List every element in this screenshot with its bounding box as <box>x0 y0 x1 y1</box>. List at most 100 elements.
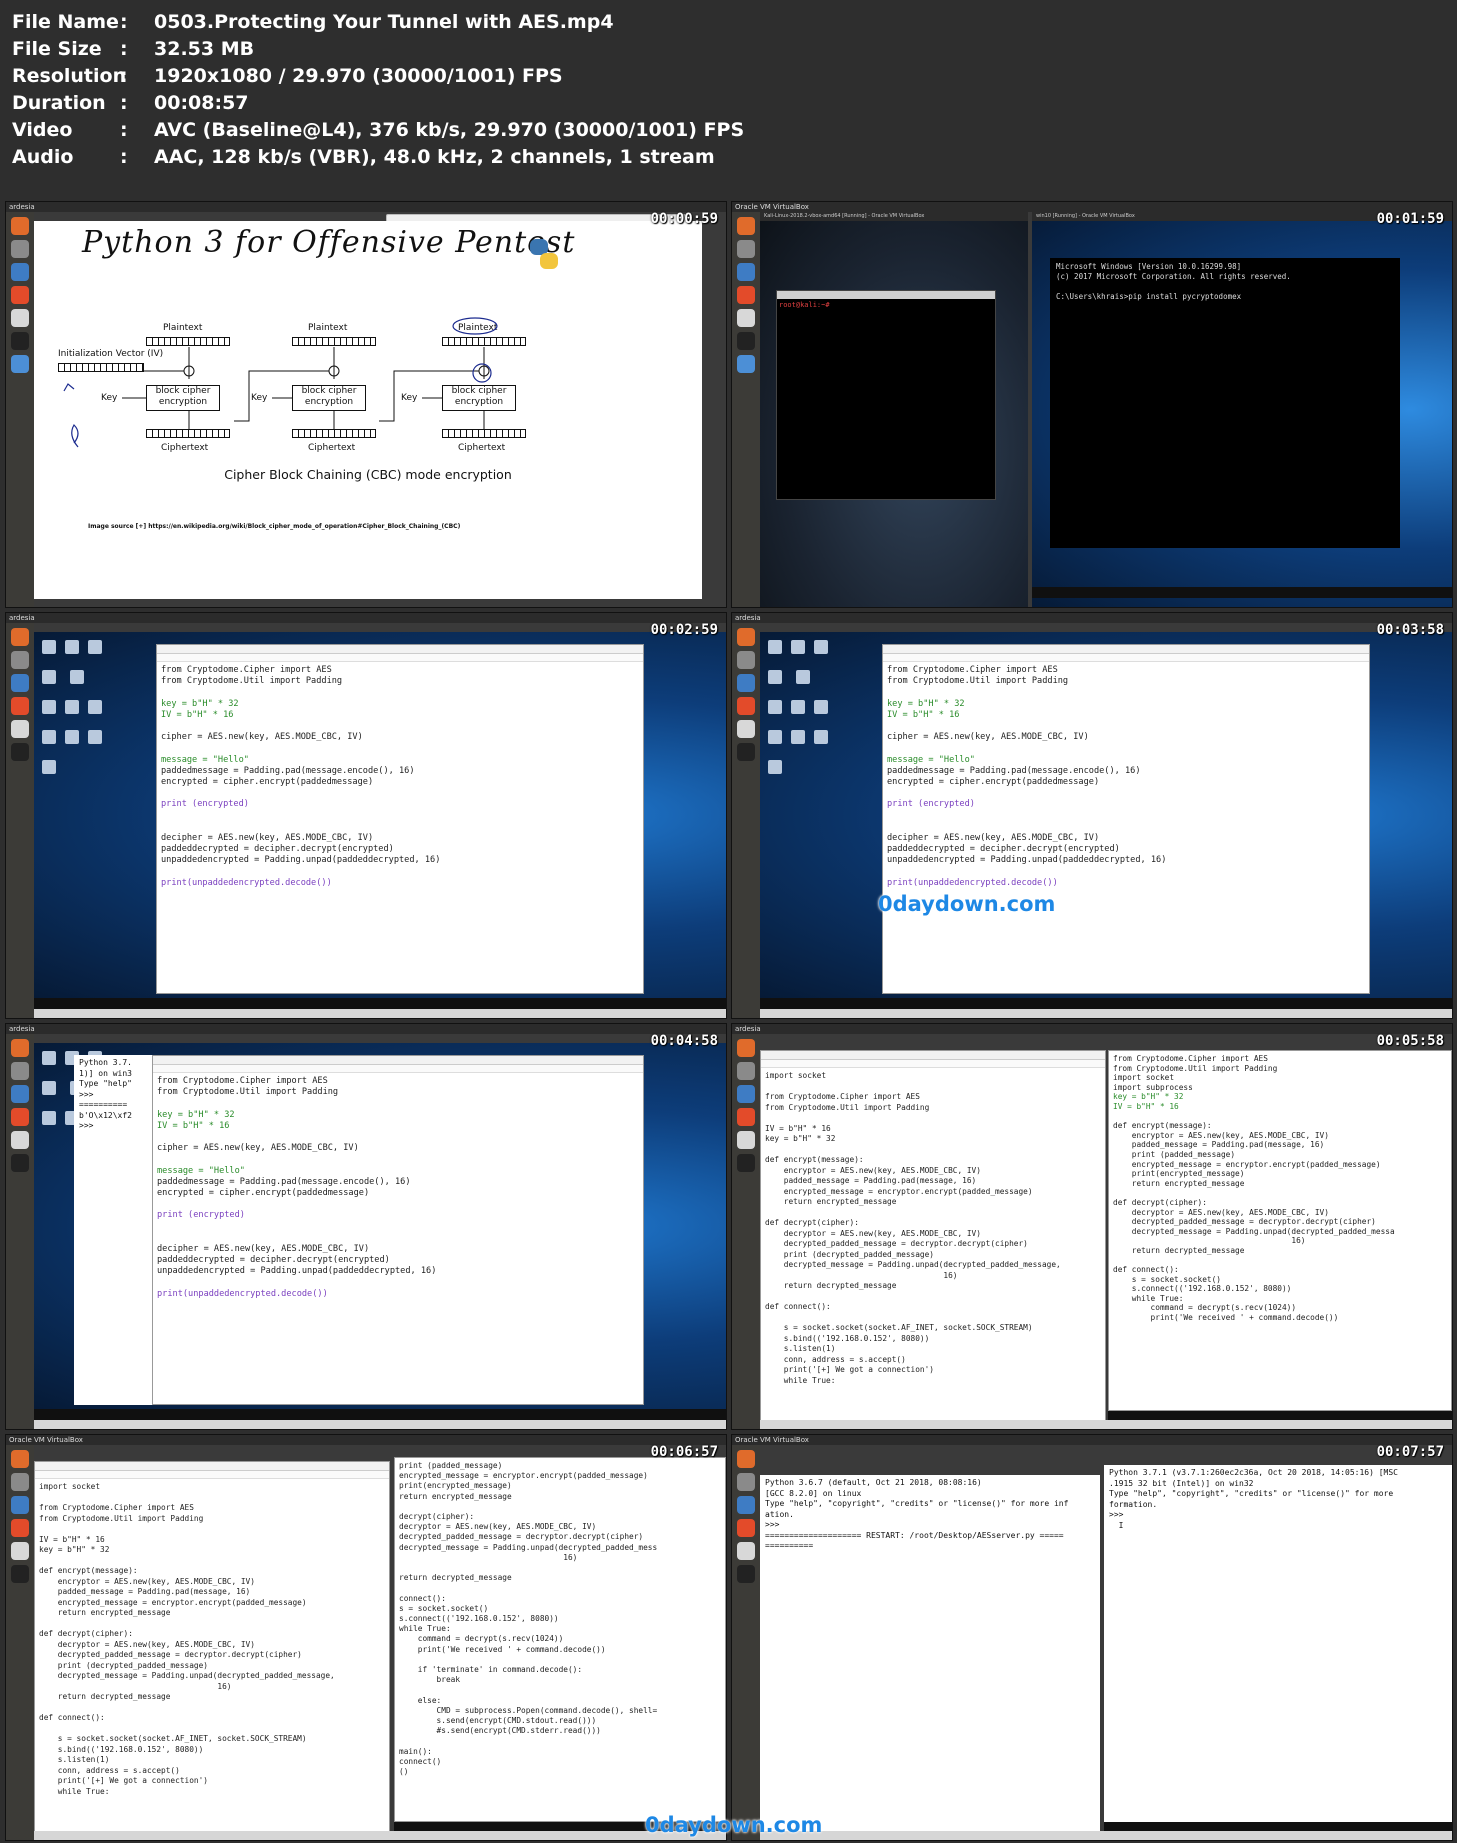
launcher-icon[interactable] <box>737 743 755 761</box>
launcher-icon[interactable] <box>737 720 755 738</box>
launcher-icon[interactable] <box>11 1473 29 1491</box>
client-editor[interactable]: print (padded_message) encrypted_message… <box>394 1457 726 1822</box>
launcher-icon[interactable] <box>11 1542 29 1560</box>
launcher-icon[interactable] <box>737 674 755 692</box>
win-taskbar[interactable] <box>34 998 726 1009</box>
launcher-icon[interactable] <box>11 309 29 327</box>
launcher-icon[interactable] <box>737 1108 755 1126</box>
launcher-icon[interactable] <box>737 1450 755 1468</box>
code-editor[interactable]: from Cryptodome.Cipher import AES from C… <box>156 644 644 994</box>
server-editor[interactable]: import socket from Cryptodome.Cipher imp… <box>34 1461 390 1840</box>
thumbnail-3: ardesia from Cryptodome.Cipher import AE… <box>5 612 727 1019</box>
win-taskbar[interactable] <box>1108 1411 1452 1420</box>
kali-terminal[interactable]: root@kali:~# <box>776 290 996 500</box>
launcher-icon[interactable] <box>737 1131 755 1149</box>
launcher-icon[interactable] <box>11 743 29 761</box>
launcher-icon[interactable] <box>737 1496 755 1514</box>
launcher-icon[interactable] <box>737 651 755 669</box>
status-bar <box>34 1420 726 1429</box>
window-title: Oracle VM VirtualBox <box>6 1435 726 1445</box>
win-python-shell[interactable]: Python 3.7.1 (v3.7.1:260ec2c36a, Oct 20 … <box>1104 1465 1452 1822</box>
launcher-icon[interactable] <box>11 240 29 258</box>
launcher-icon[interactable] <box>11 217 29 235</box>
meta-key: Duration <box>12 91 106 114</box>
launcher-icon[interactable] <box>737 1062 755 1080</box>
launcher-icon[interactable] <box>11 697 29 715</box>
launcher-icon[interactable] <box>11 1039 29 1057</box>
timestamp: 00:02:59 <box>650 622 718 638</box>
meta-key: File Name <box>12 10 119 33</box>
launcher-icon[interactable] <box>737 1154 755 1172</box>
launcher-icon[interactable] <box>11 1565 29 1583</box>
launcher-icon[interactable] <box>737 1085 755 1103</box>
launcher-icon[interactable] <box>11 651 29 669</box>
server-editor[interactable]: import socket from Cryptodome.Cipher imp… <box>760 1050 1106 1429</box>
launcher-icon[interactable] <box>11 355 29 373</box>
slide: Python 3 for Offensive Pentest Plaintext… <box>34 221 702 599</box>
launcher-icon[interactable] <box>737 286 755 304</box>
slide-caption: Cipher Block Chaining (CBC) mode encrypt… <box>224 467 512 482</box>
kali-python-shell[interactable]: Python 3.6.7 (default, Oct 21 2018, 08:0… <box>760 1475 1100 1840</box>
launcher-icon[interactable] <box>11 1519 29 1537</box>
kali-vm: Kali-Linux-2018.2-vbox-amd64 [Running] -… <box>760 212 1028 607</box>
launcher-icon[interactable] <box>737 628 755 646</box>
win-taskbar[interactable] <box>1104 1822 1452 1831</box>
window-title: ardesia <box>6 613 726 623</box>
launcher-icon[interactable] <box>737 309 755 327</box>
launcher-icon[interactable] <box>737 263 755 281</box>
win-taskbar[interactable] <box>34 1409 726 1420</box>
timestamp: 00:04:58 <box>650 1033 718 1049</box>
launcher-icon[interactable] <box>737 1473 755 1491</box>
kali-prompt: root@kali:~# <box>779 301 830 309</box>
launcher-icon[interactable] <box>11 263 29 281</box>
launcher-icon[interactable] <box>737 240 755 258</box>
launcher-icon[interactable] <box>11 1496 29 1514</box>
cmd-window[interactable]: Microsoft Windows [Version 10.0.16299.98… <box>1050 258 1400 548</box>
launcher-icon[interactable] <box>11 332 29 350</box>
meta-value: 32.53 MB <box>154 37 255 60</box>
code-lines: print (padded_message) encrypted_message… <box>399 1461 658 1777</box>
watermark: 0daydown.com <box>878 892 1056 916</box>
thumbnail-5: ardesia Python 3.7. 1)] on win3 Type "he… <box>5 1023 727 1430</box>
launcher-icon[interactable] <box>11 1108 29 1126</box>
meta-colon: : <box>120 64 128 87</box>
launcher-icon[interactable] <box>11 674 29 692</box>
launcher-icon[interactable] <box>11 286 29 304</box>
launcher-icon[interactable] <box>737 697 755 715</box>
meta-value: AAC, 128 kb/s (VBR), 48.0 kHz, 2 channel… <box>154 145 715 168</box>
win-taskbar[interactable] <box>760 998 1452 1009</box>
thumbnail-4: ardesia from Cryptodome.Cipher import AE… <box>731 612 1453 1019</box>
launcher-icon[interactable] <box>11 1154 29 1172</box>
launcher <box>6 212 34 607</box>
meta-row-audio: Audio : AAC, 128 kb/s (VBR), 48.0 kHz, 2… <box>12 143 1442 170</box>
win10-vm: win10 [Running] - Oracle VM VirtualBox M… <box>1032 212 1452 607</box>
win-taskbar[interactable] <box>1032 587 1452 598</box>
launcher-icon[interactable] <box>737 1542 755 1560</box>
launcher-icon[interactable] <box>11 628 29 646</box>
thumbnail-6: ardesia import socket from Cryptodome.Ci… <box>731 1023 1453 1430</box>
thumbnail-7: Oracle VM VirtualBox import socket from … <box>5 1434 727 1841</box>
launcher-icon[interactable] <box>11 1085 29 1103</box>
launcher-icon[interactable] <box>11 1131 29 1149</box>
launcher <box>6 1445 34 1840</box>
status-bar <box>760 1420 1452 1429</box>
code-editor[interactable]: from Cryptodome.Cipher import AES from C… <box>882 644 1370 994</box>
meta-key: File Size <box>12 37 102 60</box>
launcher-icon[interactable] <box>737 355 755 373</box>
launcher-icon[interactable] <box>737 1519 755 1537</box>
code-lines: from Cryptodome.Cipher import AES from C… <box>161 665 441 888</box>
window-title: Oracle VM VirtualBox <box>732 202 1452 212</box>
thumbnail-1: ardesia Python 3 for Offensive Pentest P… <box>5 201 727 608</box>
launcher-icon[interactable] <box>737 1565 755 1583</box>
timestamp: 00:03:58 <box>1376 622 1444 638</box>
launcher-icon[interactable] <box>11 720 29 738</box>
client-editor[interactable]: from Cryptodome.Cipher import AES from C… <box>1108 1050 1452 1411</box>
launcher-icon[interactable] <box>737 332 755 350</box>
status-bar <box>760 1831 1452 1840</box>
launcher-icon[interactable] <box>11 1062 29 1080</box>
launcher-icon[interactable] <box>737 1039 755 1057</box>
code-editor[interactable]: from Cryptodome.Cipher import AES from C… <box>152 1055 644 1405</box>
cbc-connectors <box>63 317 498 448</box>
launcher-icon[interactable] <box>737 217 755 235</box>
launcher-icon[interactable] <box>11 1450 29 1468</box>
